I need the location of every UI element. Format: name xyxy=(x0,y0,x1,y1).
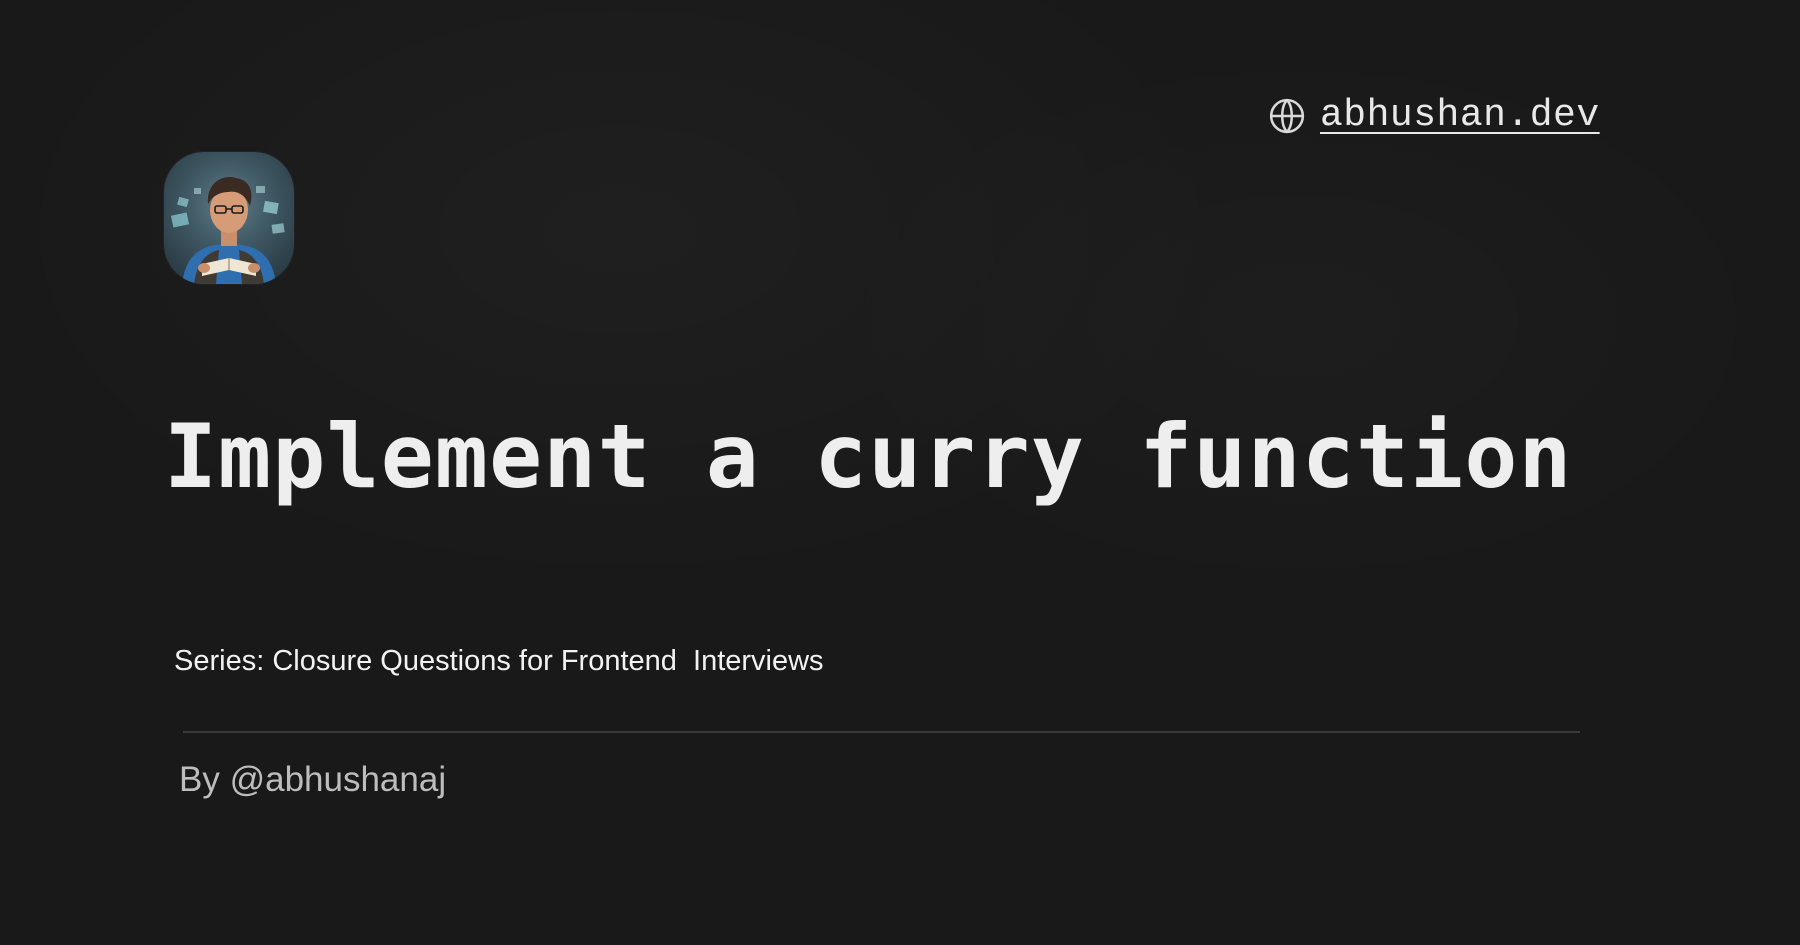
series-subtitle: Series: Closure Questions for Frontend I… xyxy=(174,645,824,677)
divider xyxy=(183,731,1580,733)
author-byline: By @abhushanaj xyxy=(179,760,447,799)
page-title: Implement a curry function xyxy=(164,405,1573,508)
site-link[interactable]: abhushan.dev xyxy=(1268,94,1600,137)
site-link-text: abhushan.dev xyxy=(1320,94,1600,137)
avatar xyxy=(164,152,294,284)
globe-icon xyxy=(1268,97,1306,135)
